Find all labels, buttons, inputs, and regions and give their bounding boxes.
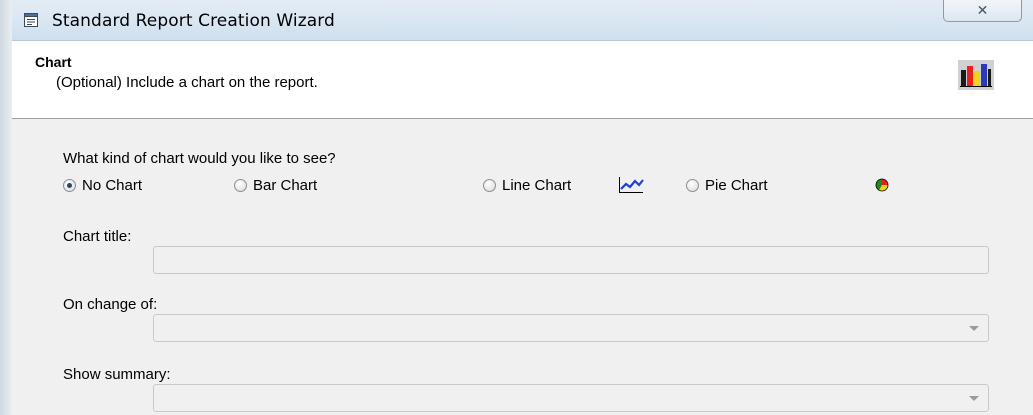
- wizard-header: Chart (Optional) Include a chart on the …: [12, 41, 1033, 119]
- line-chart-option[interactable]: Line Chart: [483, 175, 571, 195]
- page-title: Chart: [35, 54, 72, 70]
- line-chart-radio[interactable]: [483, 178, 496, 192]
- chevron-down-icon[interactable]: [969, 396, 979, 401]
- bar-chart-radio[interactable]: [234, 178, 247, 192]
- on-change-of-select[interactable]: [153, 314, 989, 342]
- chart-title-label: Chart title:: [63, 228, 132, 245]
- report-document-icon: [23, 12, 39, 28]
- pie-chart-label: Pie Chart: [705, 176, 768, 194]
- on-change-of-label: On change of:: [63, 296, 158, 313]
- title-bar[interactable]: Standard Report Creation Wizard ✕: [12, 0, 1033, 41]
- close-button[interactable]: ✕: [943, 0, 1022, 22]
- pie-chart-radio[interactable]: [686, 178, 699, 192]
- pie-chart-option[interactable]: Pie Chart: [686, 175, 768, 195]
- pie-chart-icon: [875, 178, 889, 197]
- chart-type-question: What kind of chart would you like to see…: [63, 150, 336, 167]
- close-icon: ✕: [976, 2, 989, 18]
- show-summary-select[interactable]: [153, 384, 989, 412]
- no-chart-option[interactable]: No Chart: [63, 175, 142, 195]
- chevron-down-icon[interactable]: [969, 326, 979, 331]
- no-chart-radio[interactable]: [63, 178, 76, 192]
- no-chart-label: No Chart: [82, 176, 143, 194]
- bar-chart-option[interactable]: Bar Chart: [234, 175, 317, 195]
- page-subtitle: (Optional) Include a chart on the report…: [56, 74, 318, 91]
- desktop-background: [0, 0, 12, 415]
- wizard-window: Standard Report Creation Wizard ✕ Chart …: [12, 0, 1033, 415]
- chart-title-input[interactable]: [153, 246, 989, 274]
- bar-chart-label: Bar Chart: [253, 176, 318, 194]
- bar-chart-icon: [958, 60, 994, 90]
- line-chart-icon: [618, 177, 644, 198]
- show-summary-label: Show summary:: [63, 366, 171, 383]
- line-chart-label: Line Chart: [502, 176, 572, 194]
- window-title: Standard Report Creation Wizard: [52, 11, 335, 31]
